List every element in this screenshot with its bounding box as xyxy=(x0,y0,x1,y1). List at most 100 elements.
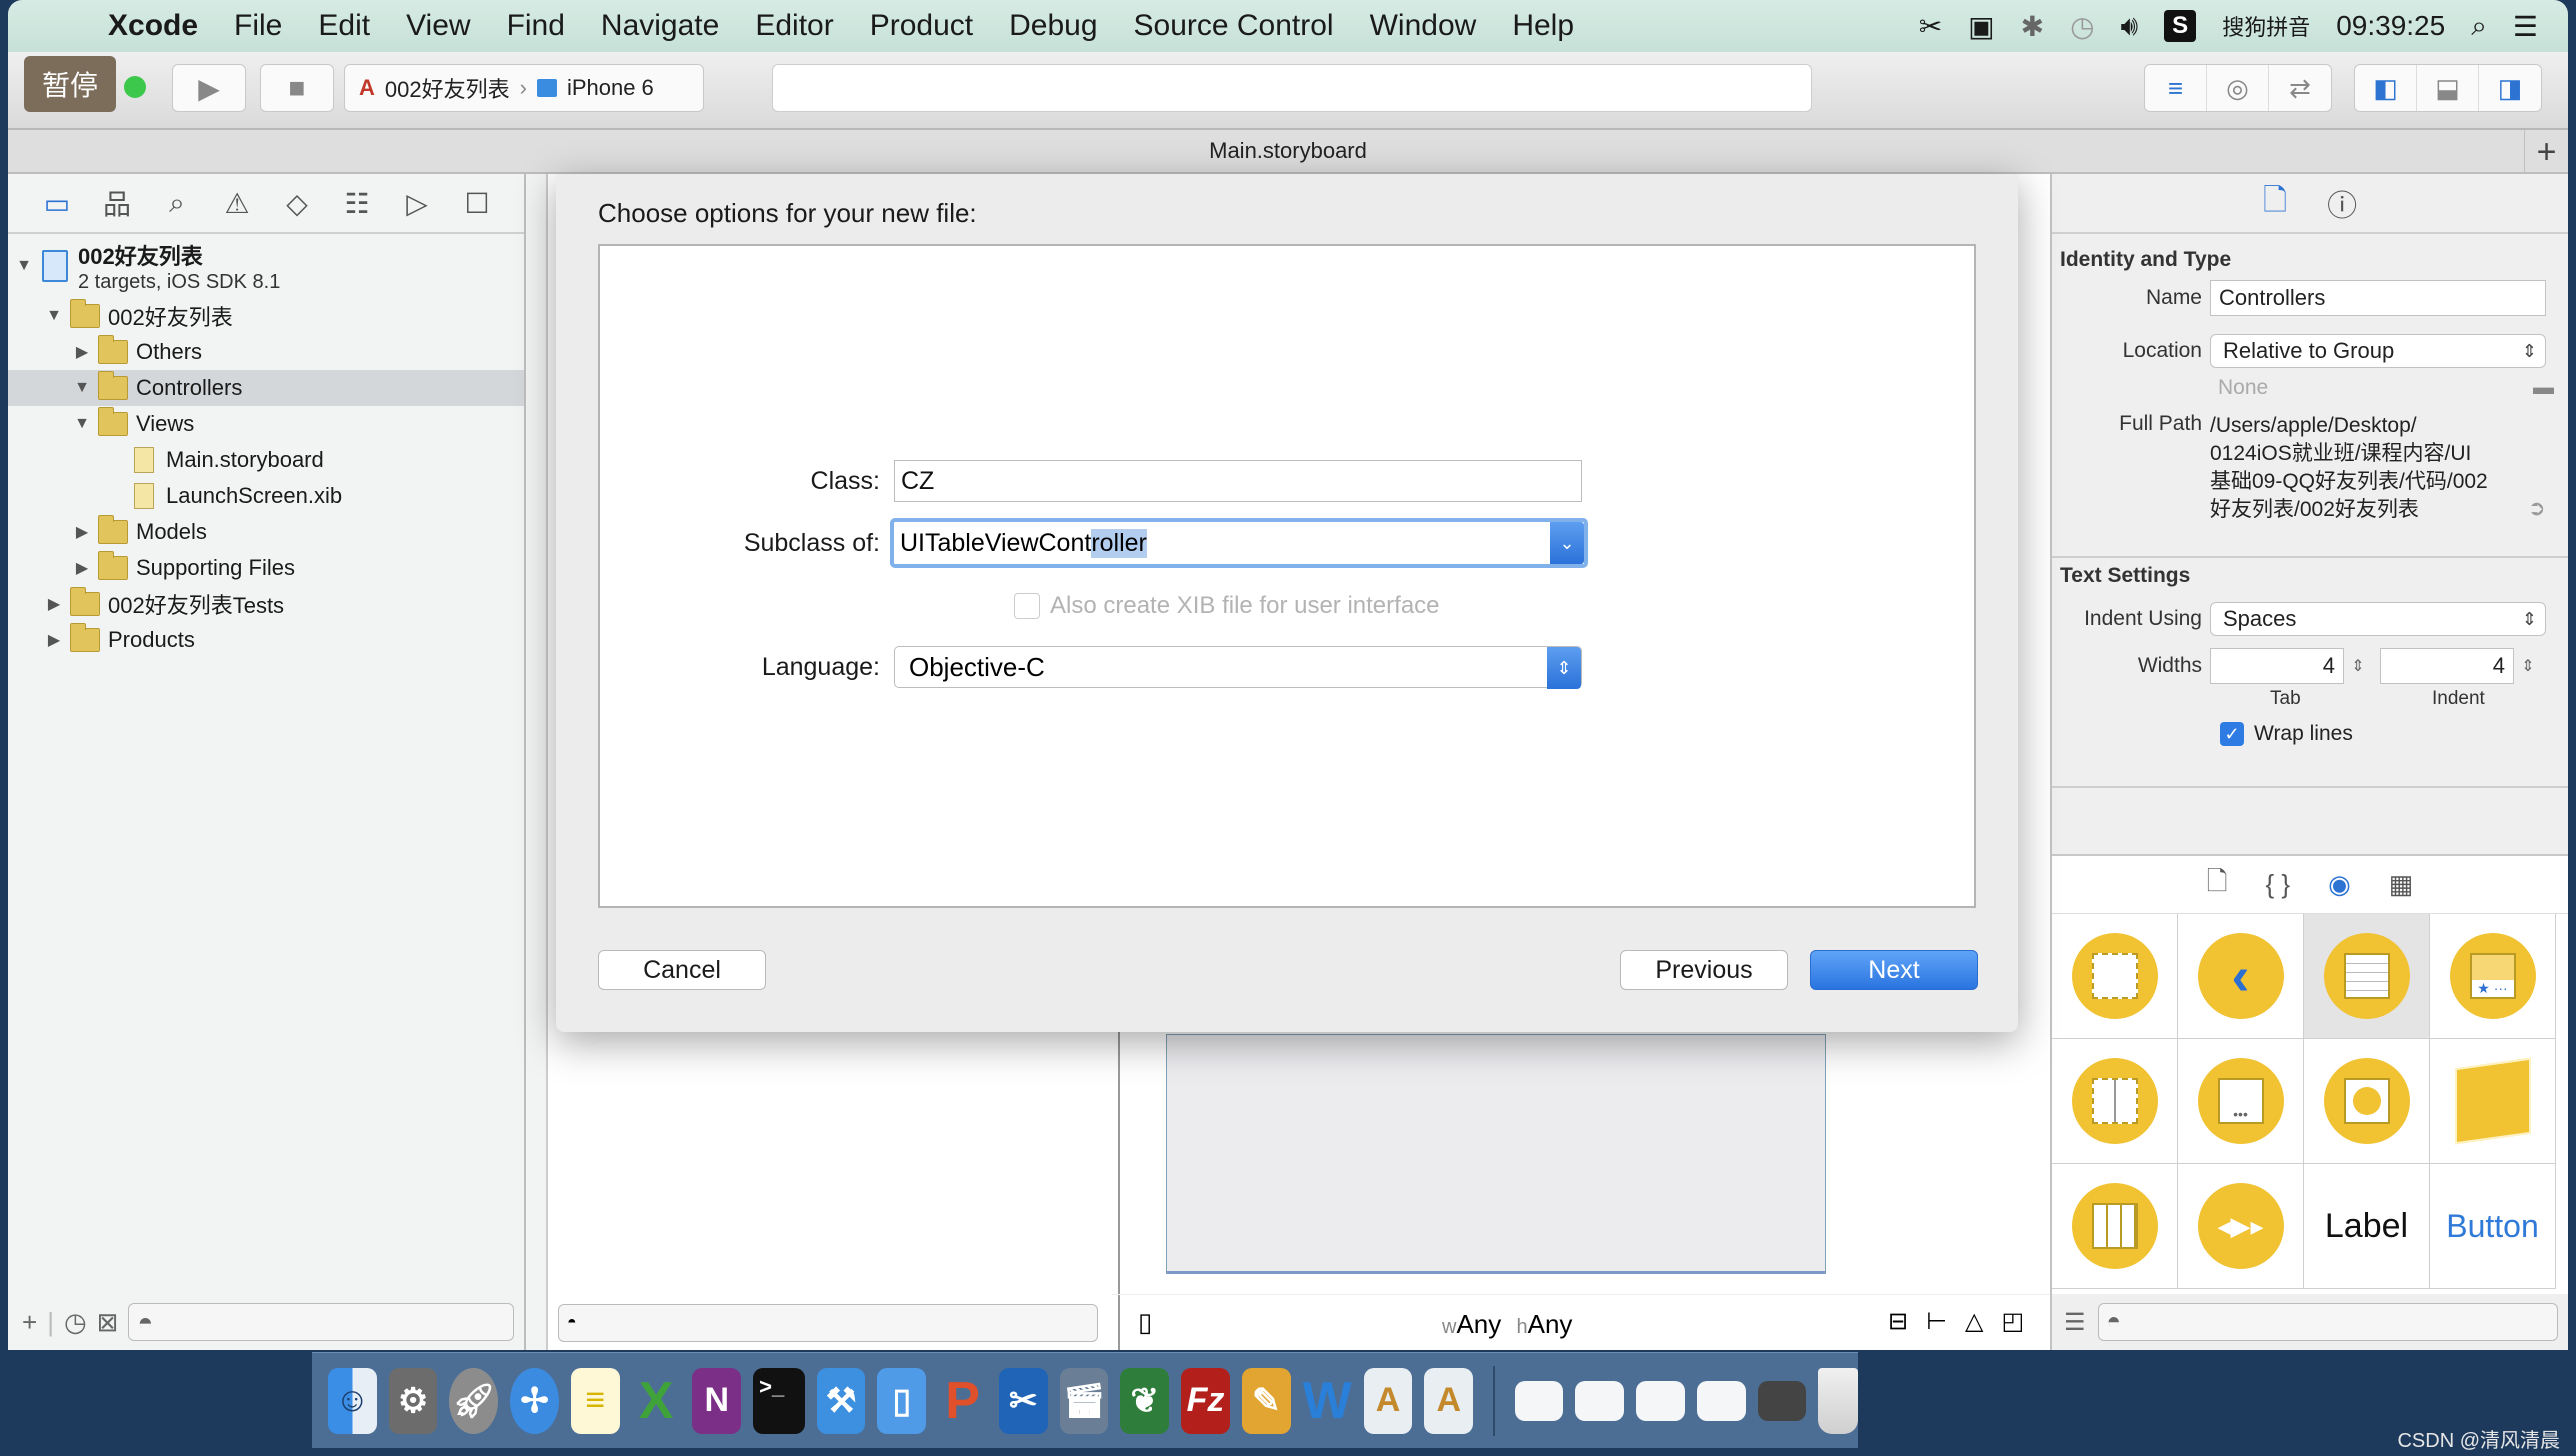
window-zoom-button[interactable] xyxy=(124,76,146,98)
library-item-collection-view-controller[interactable] xyxy=(2052,1164,2178,1289)
screen-record-icon[interactable]: ▣ xyxy=(1968,10,1994,43)
time-machine-icon[interactable]: ◷ xyxy=(2070,10,2094,43)
dock-minimized-window[interactable] xyxy=(1757,1380,1807,1421)
indent-width-field[interactable]: 4 xyxy=(2380,648,2514,684)
disclosure-collapsed-icon[interactable]: ▶ xyxy=(44,630,64,650)
file-template-library-icon[interactable]: 🗋︎ xyxy=(2207,863,2228,907)
disclosure-expanded-icon[interactable]: ▼ xyxy=(72,379,92,397)
tree-row[interactable]: ▶ Products xyxy=(8,622,524,658)
disclosure-collapsed-icon[interactable]: ▶ xyxy=(44,594,64,614)
indent-width-stepper[interactable]: ⇕ xyxy=(2514,656,2542,676)
recent-files-icon[interactable]: ◷ xyxy=(64,1307,87,1338)
indent-using-popup[interactable]: Spaces ⇕ xyxy=(2210,602,2546,636)
wrap-lines-checkbox[interactable]: ✓ xyxy=(2220,722,2244,746)
add-file-icon[interactable]: + xyxy=(22,1307,37,1338)
tree-row[interactable]: ▶ 002好友列表Tests xyxy=(8,586,524,622)
issue-navigator-icon[interactable]: ⚠ xyxy=(220,187,254,220)
previous-button[interactable]: Previous xyxy=(1620,950,1788,990)
find-navigator-icon[interactable]: ⌕ xyxy=(160,187,194,220)
pin-icon[interactable]: ⊢ xyxy=(1926,1308,1965,1335)
name-field[interactable]: Controllers xyxy=(2210,280,2546,316)
class-input[interactable]: CZ xyxy=(894,460,1582,502)
library-item-split-view-controller[interactable] xyxy=(2052,1039,2178,1164)
run-button[interactable]: ▶ xyxy=(172,64,246,112)
menu-view[interactable]: View xyxy=(406,9,470,43)
menu-editor[interactable]: Editor xyxy=(755,9,833,43)
sogou-input-icon[interactable]: S xyxy=(2164,10,2197,42)
dock-sequel-icon[interactable]: ❦ xyxy=(1120,1367,1170,1434)
dock-screenshot-icon[interactable]: ✂ xyxy=(998,1367,1048,1434)
chevron-down-icon[interactable]: ⌄ xyxy=(1550,522,1584,564)
version-editor-icon[interactable]: ⇄ xyxy=(2269,65,2331,111)
dock-notes-icon[interactable]: ≡ xyxy=(570,1367,620,1434)
dock-document-icon[interactable]: A xyxy=(1363,1367,1413,1434)
next-button[interactable]: Next xyxy=(1810,950,1978,990)
disclosure-collapsed-icon[interactable]: ▶ xyxy=(72,558,92,578)
report-navigator-icon[interactable]: ☐ xyxy=(460,187,494,220)
dock-terminal-icon[interactable]: >_ xyxy=(753,1367,805,1434)
storyboard-scene[interactable] xyxy=(1166,1034,1826,1274)
dock-minimized-window[interactable] xyxy=(1575,1380,1625,1421)
dock-system-preferences-icon[interactable]: ⚙ xyxy=(388,1367,438,1434)
library-item-button[interactable]: Button xyxy=(2430,1164,2556,1289)
menu-navigate[interactable]: Navigate xyxy=(601,9,719,43)
volume-icon[interactable]: 🔊︎ xyxy=(2121,10,2139,43)
dock-minimized-window[interactable] xyxy=(1636,1380,1685,1421)
list-view-toggle-icon[interactable]: ☰ xyxy=(2064,1308,2086,1337)
align-icon[interactable]: ⊟ xyxy=(1888,1308,1926,1335)
scheme-selector[interactable]: A 002好友列表 › iPhone 6 xyxy=(344,64,704,112)
dock-word-icon[interactable]: W xyxy=(1303,1368,1352,1434)
disclosure-collapsed-icon[interactable]: ▶ xyxy=(72,342,92,362)
dock-launchpad-icon[interactable]: 🚀︎ xyxy=(449,1367,499,1434)
menu-edit[interactable]: Edit xyxy=(318,9,370,43)
symbol-navigator-icon[interactable]: 品 xyxy=(100,183,134,223)
language-popup[interactable]: Objective-C ⇕ xyxy=(894,646,1582,689)
library-item-av-player-view-controller[interactable]: ◂▶▸ xyxy=(2178,1164,2304,1289)
library-item-navigation-controller[interactable]: ‹ xyxy=(2178,914,2304,1039)
location-popup[interactable]: Relative to Group ⇕ xyxy=(2210,334,2546,368)
dock-minimized-window[interactable] xyxy=(1514,1380,1564,1421)
toggle-debug-area-icon[interactable]: ⬓ xyxy=(2417,65,2479,111)
breakpoint-navigator-icon[interactable]: ▷ xyxy=(400,187,434,220)
dock-imovie-icon[interactable]: 🎬︎ xyxy=(1059,1367,1109,1434)
dock-xcode-icon[interactable]: ⚒ xyxy=(816,1367,866,1434)
tree-row[interactable]: ▶ Models xyxy=(8,514,524,550)
scissors-status-icon[interactable]: ✂ xyxy=(1919,10,1942,43)
resizing-icon[interactable]: ◰ xyxy=(2001,1308,2042,1335)
notification-center-icon[interactable]: ☰ xyxy=(2513,10,2538,43)
dock-powerpoint-icon[interactable]: P xyxy=(938,1368,987,1434)
toggle-outline-icon[interactable]: ▯ xyxy=(1138,1307,1152,1338)
bluetooth-icon[interactable]: ✱ xyxy=(2021,10,2044,43)
resolve-icon[interactable]: △ xyxy=(1965,1308,2001,1335)
tab-main-storyboard[interactable]: Main.storyboard xyxy=(1209,138,1367,164)
dock-safari-icon[interactable]: ✢ xyxy=(510,1367,559,1434)
standard-editor-icon[interactable]: ≡ xyxy=(2145,65,2207,111)
dock-trash-icon[interactable] xyxy=(1818,1367,1858,1434)
dock-excel-icon[interactable]: X xyxy=(632,1368,681,1434)
tree-row[interactable]: ▶ Supporting Files xyxy=(8,550,524,586)
menu-clock[interactable]: 09:39:25 xyxy=(2336,10,2445,42)
assistant-editor-icon[interactable]: ◎ xyxy=(2207,65,2269,111)
code-snippet-library-icon[interactable]: { } xyxy=(2266,869,2291,900)
debug-navigator-icon[interactable]: ☷ xyxy=(340,187,374,220)
pause-recording-badge[interactable]: 暂停 xyxy=(24,56,116,112)
cancel-button[interactable]: Cancel xyxy=(598,950,766,990)
stop-button[interactable]: ■ xyxy=(260,64,334,112)
navigator-filter-input[interactable]: ◓ xyxy=(128,1303,514,1341)
library-item-page-view-controller[interactable]: ••• xyxy=(2178,1039,2304,1164)
choose-folder-icon[interactable]: ▬ xyxy=(2533,376,2554,400)
wrap-lines-row[interactable]: ✓ Wrap lines xyxy=(2220,722,2353,746)
library-item-glkit-view-controller[interactable] xyxy=(2304,1039,2430,1164)
menu-app-xcode[interactable]: Xcode xyxy=(108,9,198,43)
reveal-in-finder-icon[interactable]: ➲ xyxy=(2528,496,2546,521)
xib-checkbox[interactable] xyxy=(1014,593,1040,619)
dock-filezilla-icon[interactable]: Fz xyxy=(1181,1367,1230,1434)
menu-debug[interactable]: Debug xyxy=(1009,9,1097,43)
spotlight-search-icon[interactable]: ⌕ xyxy=(2471,10,2487,43)
project-root-row[interactable]: ▼ 002好友列表 2 targets, iOS SDK 8.1 xyxy=(8,234,524,298)
tree-row[interactable]: ▼ 002好友列表 xyxy=(8,298,524,334)
tree-row-selected[interactable]: ▼ Controllers xyxy=(8,370,524,406)
library-item-view-controller[interactable] xyxy=(2052,914,2178,1039)
size-class-control[interactable]: wAny hAny xyxy=(1442,1309,1572,1340)
menu-file[interactable]: File xyxy=(234,9,282,43)
